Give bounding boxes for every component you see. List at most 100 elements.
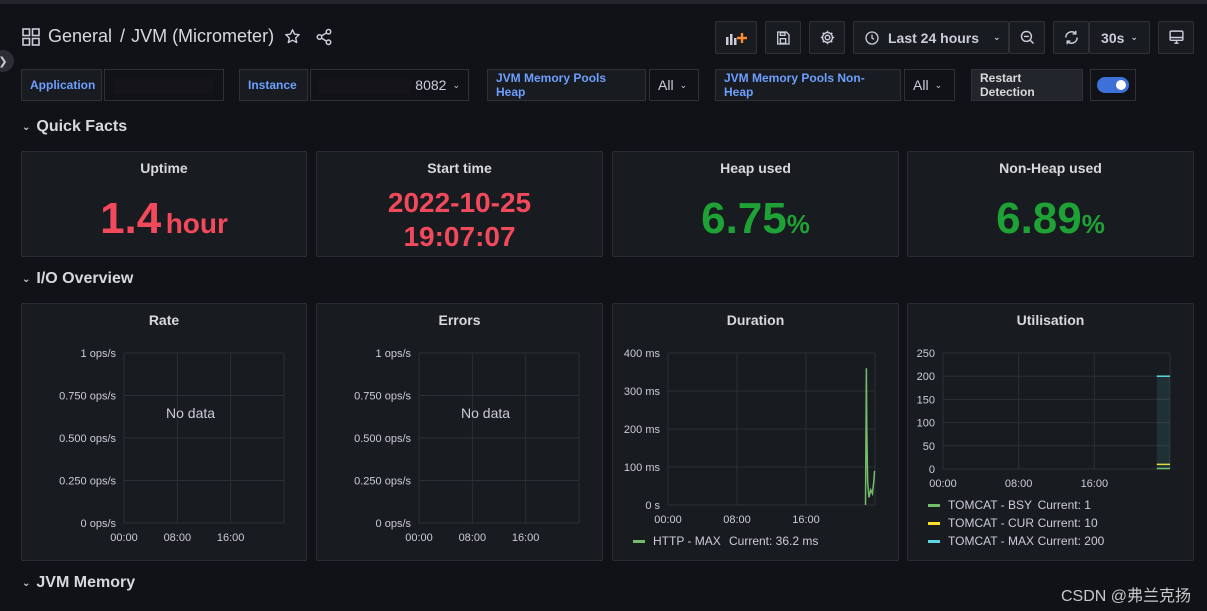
y-tick-label: 0.250 ops/s — [354, 476, 411, 488]
x-tick-label: 16:00 — [1081, 478, 1109, 490]
y-tick-label: 1 ops/s — [81, 348, 117, 360]
uptime-stat: 1.4 hour — [22, 194, 306, 244]
y-tick-label: 150 — [917, 394, 935, 406]
zoom-out-icon — [1020, 30, 1034, 45]
dashboard-name: JVM (Micrometer) — [131, 26, 275, 46]
x-tick-label: 08:00 — [1005, 478, 1033, 490]
application-select[interactable] — [104, 69, 224, 101]
series-area-tomcat-max — [1156, 376, 1170, 469]
star-icon[interactable] — [284, 28, 301, 45]
chevron-down-icon: ⌄ — [22, 577, 31, 589]
variable-label-heap-pools: JVM Memory Pools Heap — [487, 69, 646, 101]
panel-start-time[interactable]: Start time 2022-10-25 19:07:07 — [316, 151, 603, 257]
panel-title: Non-Heap used — [999, 160, 1102, 176]
variable-label-instance: Instance — [239, 69, 308, 101]
y-tick-label: 0.750 ops/s — [59, 391, 116, 403]
share-icon[interactable] — [315, 28, 333, 46]
x-tick-label: 00:00 — [929, 478, 957, 490]
heap-used-unit: % — [786, 209, 810, 239]
instance-value: 8082 — [415, 77, 447, 93]
zoom-out-button[interactable] — [1009, 21, 1045, 54]
chevron-down-icon: ⌄ — [22, 121, 31, 133]
dashboard-header: General / JVM (Micrometer) Last 24 hours… — [0, 18, 1207, 58]
y-tick-label: 0.750 ops/s — [354, 391, 411, 403]
no-data-label: No data — [461, 405, 510, 421]
y-tick-label: 0 ops/s — [81, 518, 117, 530]
dashboard-settings-button[interactable] — [809, 21, 845, 54]
y-tick-label: 300 ms — [624, 386, 661, 398]
time-range-picker[interactable]: Last 24 hours ⌄ — [853, 21, 1009, 54]
start-date: 2022-10-25 — [387, 187, 532, 218]
legend-swatch — [633, 540, 645, 543]
y-tick-label: 0.250 ops/s — [59, 476, 116, 488]
template-variables-bar: Application Instance 8082 ⌄ JVM Memory P… — [0, 68, 1207, 102]
chevron-down-icon: ⌄ — [1130, 32, 1138, 42]
errors-chart: 1 ops/s 0.750 ops/s 0.500 ops/s 0.250 ops/s… — [354, 348, 580, 544]
y-tick-label: 1 ops/s — [376, 348, 412, 360]
y-tick-label: 100 ms — [624, 462, 661, 474]
save-dashboard-button[interactable] — [765, 21, 801, 54]
y-tick-label: 0.500 ops/s — [354, 433, 411, 445]
utilisation-chart: 250 200 150 100 50 0 00:00 08:00 16:00 TOMCAT - B… — [917, 348, 1171, 548]
x-tick-label: 16:00 — [792, 514, 820, 526]
nonheap-used-value: 6.89 — [996, 194, 1082, 243]
variable-label-nonheap-pools: JVM Memory Pools Non-Heap — [715, 69, 901, 101]
y-tick-label: 0 s — [645, 500, 660, 512]
chevron-down-icon: ⌄ — [993, 32, 1001, 42]
folder-link[interactable]: General — [48, 26, 112, 47]
y-tick-label: 100 — [917, 418, 935, 430]
y-tick-label: 400 ms — [624, 348, 661, 360]
start-time-stat: 2022-10-25 19:07:07 — [317, 186, 602, 254]
legend-current-value: Current: 1 — [1038, 498, 1092, 512]
legend-series-name: TOMCAT - CUR — [948, 516, 1034, 530]
instance-select[interactable]: 8082 ⌄ — [310, 69, 469, 101]
heap-used-stat: 6.75% — [613, 194, 898, 244]
dashboard-title: General / JVM (Micrometer) — [22, 26, 333, 47]
top-border — [0, 0, 1207, 4]
save-icon — [777, 30, 790, 45]
row-title-label: I/O Overview — [36, 270, 134, 287]
monitor-icon — [1168, 30, 1184, 44]
legend-swatch — [928, 540, 940, 543]
panel-nonheap-used[interactable]: Non-Heap used 6.89% — [907, 151, 1194, 257]
refresh-button[interactable] — [1053, 21, 1089, 54]
x-tick-label: 16:00 — [217, 532, 245, 544]
row-io-overview[interactable]: ⌄ I/O Overview — [22, 270, 133, 288]
rate-chart: 1 ops/s 0.750 ops/s 0.500 ops/s 0.250 ops/s… — [59, 348, 285, 544]
panel-rate[interactable]: Rate 1 ops/s 0.750 ops/s 0.500 ops/s 0.250 … — [21, 303, 307, 561]
uptime-unit: hour — [165, 208, 228, 239]
panel-errors[interactable]: Errors 1 ops/s 0.750 ops/s 0.500 ops/s 0.25… — [316, 303, 603, 561]
heap-used-value: 6.75 — [701, 194, 787, 243]
chevron-down-icon: ⌄ — [22, 273, 31, 285]
x-tick-label: 00:00 — [405, 532, 433, 544]
variable-label-restart-detection: Restart Detection — [971, 69, 1083, 101]
restart-detection-toggle[interactable] — [1090, 69, 1136, 101]
panel-heap-used[interactable]: Heap used 6.75% — [612, 151, 899, 257]
start-clock: 19:07:07 — [403, 221, 516, 252]
add-panel-button[interactable] — [715, 21, 757, 54]
row-jvm-memory[interactable]: ⌄ JVM Memory — [22, 574, 135, 592]
view-mode-button[interactable] — [1158, 21, 1194, 54]
panel-utilisation[interactable]: Utilisation 250 200 150 100 50 0 00:00 08:00 16:… — [907, 303, 1194, 561]
refresh-icon — [1064, 30, 1078, 45]
panel-duration[interactable]: Duration 400 ms 300 ms 200 ms 100 ms 0 s 00:0… — [612, 303, 899, 561]
y-tick-label: 0 — [929, 464, 935, 476]
toggle-track — [1097, 77, 1129, 93]
legend-current-value: Current: 36.2 ms — [729, 534, 818, 548]
chevron-down-icon: ⌄ — [679, 79, 688, 90]
row-quick-facts[interactable]: ⌄ Quick Facts — [22, 118, 127, 136]
heap-pools-select[interactable]: All ⌄ — [649, 69, 699, 101]
x-tick-label: 00:00 — [654, 514, 682, 526]
nonheap-pools-value: All — [913, 77, 929, 93]
nonheap-pools-select[interactable]: All ⌄ — [904, 69, 955, 101]
y-tick-label: 0 ops/s — [376, 518, 412, 530]
nonheap-used-unit: % — [1081, 209, 1105, 239]
x-tick-label: 00:00 — [110, 532, 138, 544]
panel-uptime[interactable]: Uptime 1.4 hour — [21, 151, 307, 257]
panel-title: Start time — [427, 160, 492, 176]
x-tick-label: 08:00 — [723, 514, 751, 526]
duration-chart: 400 ms 300 ms 200 ms 100 ms 0 s 00:00 08:00 16:… — [624, 348, 876, 548]
y-tick-label: 0.500 ops/s — [59, 433, 116, 445]
panel-title: Uptime — [140, 160, 188, 176]
refresh-interval-picker[interactable]: 30s ⌄ — [1089, 21, 1150, 54]
